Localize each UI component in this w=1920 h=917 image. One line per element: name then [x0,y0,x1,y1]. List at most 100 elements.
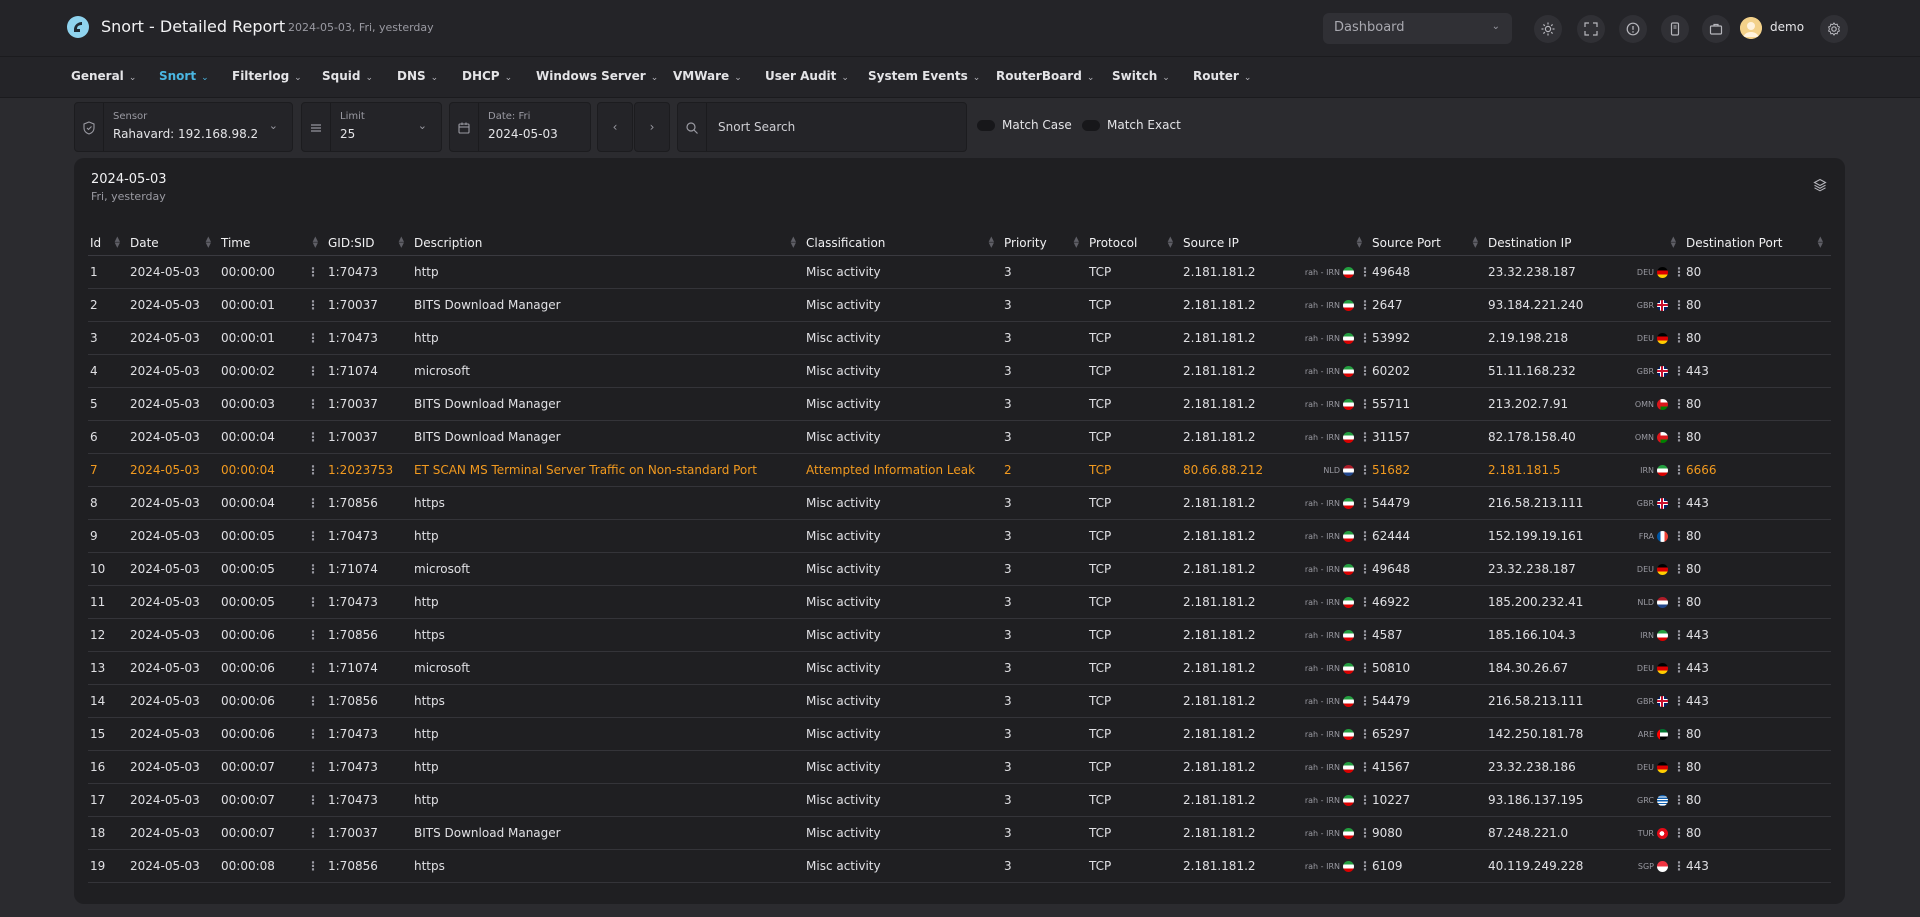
more-vertical-icon[interactable]: ⋮ [307,265,319,279]
layers-icon[interactable] [1813,178,1827,192]
nav-item-system-events[interactable]: System Events ⌄ [868,69,980,83]
nav-item-dns[interactable]: DNS ⌄ [397,69,438,83]
column-header-protocol[interactable]: Protocol ▲ ▼ [1087,231,1181,256]
more-vertical-icon[interactable]: ⋮ [1359,661,1370,675]
column-header-time[interactable]: Time ▲ ▼ [219,231,326,256]
more-vertical-icon[interactable]: ⋮ [307,364,319,378]
app-logo-icon[interactable] [67,16,89,38]
more-vertical-icon[interactable]: ⋮ [307,496,319,510]
nav-item-dhcp[interactable]: DHCP ⌄ [462,69,512,83]
more-vertical-icon[interactable]: ⋮ [307,430,319,444]
more-vertical-icon[interactable]: ⋮ [1359,397,1370,411]
column-header-priority[interactable]: Priority ▲ ▼ [1002,231,1087,256]
dashboard-select[interactable]: Dashboard ⌄ [1323,13,1512,44]
more-vertical-icon[interactable]: ⋮ [1359,859,1370,873]
table-row[interactable]: 2 2024-05-03 00:00:01 ⋮ 1:70037 BITS Download… [88,288,1831,322]
table-row[interactable]: 9 2024-05-03 00:00:05 ⋮ 1:70473 http Misc acti… [88,519,1831,553]
more-vertical-icon[interactable]: ⋮ [307,661,319,675]
table-row[interactable]: 17 2024-05-03 00:00:07 ⋮ 1:70473 http Misc act… [88,783,1831,817]
more-vertical-icon[interactable]: ⋮ [1359,727,1370,741]
column-header-destination-port[interactable]: Destination Port ▲ ▼ [1684,231,1831,256]
user-name[interactable]: demo [1770,20,1804,34]
table-row[interactable]: 12 2024-05-03 00:00:06 ⋮ 1:70856 https Misc ac… [88,618,1831,652]
theme-toggle-button[interactable] [1534,15,1562,43]
more-vertical-icon[interactable]: ⋮ [1359,793,1370,807]
more-vertical-icon[interactable]: ⋮ [307,760,319,774]
table-row[interactable]: 14 2024-05-03 00:00:06 ⋮ 1:70856 https Misc ac… [88,684,1831,718]
more-vertical-icon[interactable]: ⋮ [1673,661,1684,675]
nav-item-general[interactable]: General ⌄ [71,69,136,83]
nav-item-switch[interactable]: Switch ⌄ [1112,69,1170,83]
more-vertical-icon[interactable]: ⋮ [1673,595,1684,609]
table-row[interactable]: 10 2024-05-03 00:00:05 ⋮ 1:71074 microsoft Mis… [88,552,1831,586]
more-vertical-icon[interactable]: ⋮ [307,298,319,312]
table-row[interactable]: 13 2024-05-03 00:00:06 ⋮ 1:71074 microsoft Mis… [88,651,1831,685]
column-header-destination-ip[interactable]: Destination IP ▲ ▼ [1486,231,1684,256]
more-vertical-icon[interactable]: ⋮ [1673,298,1684,312]
more-vertical-icon[interactable]: ⋮ [1359,595,1370,609]
more-vertical-icon[interactable]: ⋮ [1359,331,1370,345]
more-vertical-icon[interactable]: ⋮ [1359,265,1370,279]
nav-item-user-audit[interactable]: User Audit ⌄ [765,69,849,83]
more-vertical-icon[interactable]: ⋮ [307,694,319,708]
table-row[interactable]: 11 2024-05-03 00:00:05 ⋮ 1:70473 http Misc act… [88,585,1831,619]
match-case-label[interactable]: Match Case [1002,118,1072,132]
nav-item-router[interactable]: Router ⌄ [1193,69,1251,83]
more-vertical-icon[interactable]: ⋮ [1359,463,1370,477]
more-vertical-icon[interactable]: ⋮ [1359,298,1370,312]
more-vertical-icon[interactable]: ⋮ [307,397,319,411]
table-row[interactable]: 18 2024-05-03 00:00:07 ⋮ 1:70037 BITS Downloa… [88,816,1831,850]
limit-select[interactable]: Limit 25 ⌄ [301,102,442,152]
more-vertical-icon[interactable]: ⋮ [307,859,319,873]
more-vertical-icon[interactable]: ⋮ [1359,760,1370,774]
table-row[interactable]: 8 2024-05-03 00:00:04 ⋮ 1:70856 https Misc act… [88,486,1831,520]
more-vertical-icon[interactable]: ⋮ [1359,628,1370,642]
more-vertical-icon[interactable]: ⋮ [1359,364,1370,378]
briefcase-button[interactable] [1702,15,1730,43]
next-day-button[interactable]: › [634,102,670,152]
more-vertical-icon[interactable]: ⋮ [307,727,319,741]
more-vertical-icon[interactable]: ⋮ [1359,562,1370,576]
column-header-source-port[interactable]: Source Port ▲ ▼ [1370,231,1486,256]
fullscreen-button[interactable] [1577,15,1605,43]
nav-item-routerboard[interactable]: RouterBoard ⌄ [996,69,1094,83]
alerts-button[interactable] [1619,15,1647,43]
more-vertical-icon[interactable]: ⋮ [1673,397,1684,411]
more-vertical-icon[interactable]: ⋮ [1673,760,1684,774]
more-vertical-icon[interactable]: ⋮ [1673,694,1684,708]
column-header-source-ip[interactable]: Source IP ▲ ▼ [1181,231,1370,256]
avatar[interactable] [1740,17,1762,39]
more-vertical-icon[interactable]: ⋮ [1673,331,1684,345]
more-vertical-icon[interactable]: ⋮ [1673,265,1684,279]
more-vertical-icon[interactable]: ⋮ [1359,430,1370,444]
more-vertical-icon[interactable]: ⋮ [307,331,319,345]
column-header-date[interactable]: Date ▲ ▼ [128,231,219,256]
column-header-classification[interactable]: Classification ▲ ▼ [804,231,1002,256]
previous-day-button[interactable]: ‹ [597,102,633,152]
more-vertical-icon[interactable]: ⋮ [307,463,319,477]
table-row[interactable]: 7 2024-05-03 00:00:04 ⋮ 1:2023753 ET SCAN MS … [88,453,1831,487]
more-vertical-icon[interactable]: ⋮ [1673,628,1684,642]
match-case-toggle[interactable] [977,120,995,131]
more-vertical-icon[interactable]: ⋮ [307,628,319,642]
more-vertical-icon[interactable]: ⋮ [1673,793,1684,807]
snort-search-input[interactable] [718,113,958,141]
more-vertical-icon[interactable]: ⋮ [307,793,319,807]
settings-button[interactable] [1820,15,1848,43]
more-vertical-icon[interactable]: ⋮ [1673,826,1684,840]
more-vertical-icon[interactable]: ⋮ [1673,364,1684,378]
more-vertical-icon[interactable]: ⋮ [1359,496,1370,510]
column-header-gid-sid[interactable]: GID:SID ▲ ▼ [326,231,412,256]
table-row[interactable]: 3 2024-05-03 00:00:01 ⋮ 1:70473 http Misc acti… [88,321,1831,355]
device-button[interactable] [1661,15,1689,43]
more-vertical-icon[interactable]: ⋮ [1673,430,1684,444]
more-vertical-icon[interactable]: ⋮ [1359,826,1370,840]
more-vertical-icon[interactable]: ⋮ [307,595,319,609]
sensor-select[interactable]: Sensor Rahavard: 192.168.98.2 ⌄ [74,102,293,152]
table-row[interactable]: 5 2024-05-03 00:00:03 ⋮ 1:70037 BITS Download… [88,387,1831,421]
more-vertical-icon[interactable]: ⋮ [1673,727,1684,741]
more-vertical-icon[interactable]: ⋮ [1673,496,1684,510]
column-header-id[interactable]: Id ▲ ▼ [88,231,128,256]
more-vertical-icon[interactable]: ⋮ [1359,529,1370,543]
nav-item-filterlog[interactable]: Filterlog ⌄ [232,69,302,83]
